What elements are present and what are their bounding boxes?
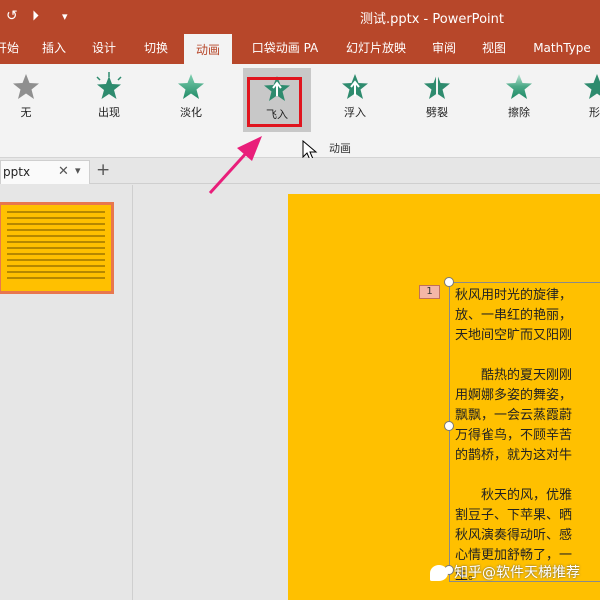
file-tab-name: pptx bbox=[3, 165, 31, 179]
text-line: 的鹊桥，就为这对牛 bbox=[455, 448, 573, 463]
selection-highlight-box bbox=[247, 77, 302, 127]
star-fade-icon bbox=[178, 74, 204, 99]
slide-thumbnail-pane bbox=[0, 185, 133, 600]
tab-mathtype[interactable]: MathType bbox=[528, 34, 596, 64]
window-title: 测试.pptx - PowerPoint bbox=[360, 12, 504, 27]
animation-label: 劈裂 bbox=[426, 106, 448, 119]
slide-thumbnail[interactable] bbox=[0, 202, 114, 294]
tab-design[interactable]: 设计 bbox=[86, 34, 122, 64]
tab-pocket-animation[interactable]: 口袋动画 PA bbox=[246, 34, 324, 64]
tab-review[interactable]: 审阅 bbox=[426, 34, 462, 64]
thumbnail-text-preview bbox=[7, 211, 105, 283]
text-line: 用婀娜多姿的舞姿， bbox=[455, 388, 573, 403]
customize-toolbar-icon[interactable]: ▾ bbox=[62, 10, 68, 23]
star-float-in-icon bbox=[342, 74, 368, 99]
text-line: 飘飘，一会云蒸霞蔚 bbox=[455, 408, 573, 423]
tab-home[interactable]: 开始 bbox=[0, 34, 22, 64]
animation-label: 浮入 bbox=[344, 106, 366, 119]
close-icon[interactable]: ✕ bbox=[58, 164, 69, 179]
animation-split[interactable]: 劈裂 bbox=[407, 70, 467, 128]
watermark-text: 知乎@软件天梯推荐 bbox=[454, 565, 580, 581]
animation-label: 无 bbox=[20, 106, 32, 119]
file-tab[interactable]: pptx ✕ ▾ bbox=[0, 160, 90, 184]
add-tab-icon[interactable]: + bbox=[96, 160, 110, 180]
text-line: 万得雀鸟，不顾辛苦 bbox=[455, 428, 573, 443]
animation-fade[interactable]: 淡化 bbox=[161, 70, 221, 128]
star-wipe-icon bbox=[506, 74, 532, 99]
star-split-icon bbox=[424, 74, 450, 99]
text-line: 秋风用时光的旋律， bbox=[455, 288, 573, 303]
resize-handle[interactable] bbox=[444, 421, 454, 431]
tab-slideshow[interactable]: 幻灯片放映 bbox=[340, 34, 412, 64]
text-line: 秋天的风，优雅 bbox=[455, 488, 573, 503]
resize-handle[interactable] bbox=[444, 277, 454, 287]
title-bar: ↺ ⏵ ▾ 测试.pptx - PowerPoint bbox=[0, 0, 600, 34]
text-line: 放、一串红的艳丽， bbox=[455, 308, 573, 323]
animation-label: 擦除 bbox=[508, 106, 530, 119]
tab-view[interactable]: 视图 bbox=[476, 34, 512, 64]
star-shape-icon bbox=[584, 74, 600, 99]
text-line: 酷热的夏天刚刚 bbox=[455, 368, 573, 383]
animation-shape[interactable]: 形 bbox=[566, 70, 600, 128]
watermark: 知乎@软件天梯推荐 bbox=[430, 562, 580, 582]
text-line: 秋风演奏得动听、感 bbox=[455, 528, 573, 543]
slide-body-text[interactable]: 秋风用时光的旋律， 放、一串红的艳丽， 天地间空旷而又阳刚 酷热的夏天刚刚 用婀… bbox=[455, 286, 600, 586]
animation-order-badge[interactable]: 1 bbox=[419, 285, 440, 299]
tab-animations[interactable]: 动画 bbox=[184, 34, 232, 64]
animation-label: 形 bbox=[589, 106, 600, 119]
star-burst-icon bbox=[96, 72, 122, 99]
document-tab-strip: pptx ✕ ▾ + bbox=[0, 158, 600, 184]
animation-appear[interactable]: 出现 bbox=[79, 70, 139, 128]
tab-transitions[interactable]: 切换 bbox=[138, 34, 174, 64]
ribbon-tabs: 开始 插入 设计 切换 动画 口袋动画 PA 幻灯片放映 审阅 视图 MathT… bbox=[0, 34, 600, 64]
start-slideshow-icon[interactable]: ⏵ bbox=[32, 8, 39, 24]
animation-label: 出现 bbox=[98, 106, 120, 119]
animation-wipe[interactable]: 擦除 bbox=[489, 70, 549, 128]
chevron-down-icon[interactable]: ▾ bbox=[75, 164, 81, 177]
animation-none[interactable]: 无 bbox=[0, 70, 56, 128]
tab-insert[interactable]: 插入 bbox=[36, 34, 72, 64]
animation-label: 淡化 bbox=[180, 106, 202, 119]
animation-float-in[interactable]: 浮入 bbox=[325, 70, 385, 128]
text-line: 割豆子、下苹果、晒 bbox=[455, 508, 573, 523]
chat-logo-icon bbox=[430, 565, 448, 581]
star-gray-icon bbox=[13, 74, 39, 99]
text-line: 天地间空旷而又阳刚 bbox=[455, 328, 573, 343]
redo-icon[interactable]: ↺ bbox=[6, 8, 18, 24]
ribbon-group-label: 动画 bbox=[329, 142, 351, 155]
